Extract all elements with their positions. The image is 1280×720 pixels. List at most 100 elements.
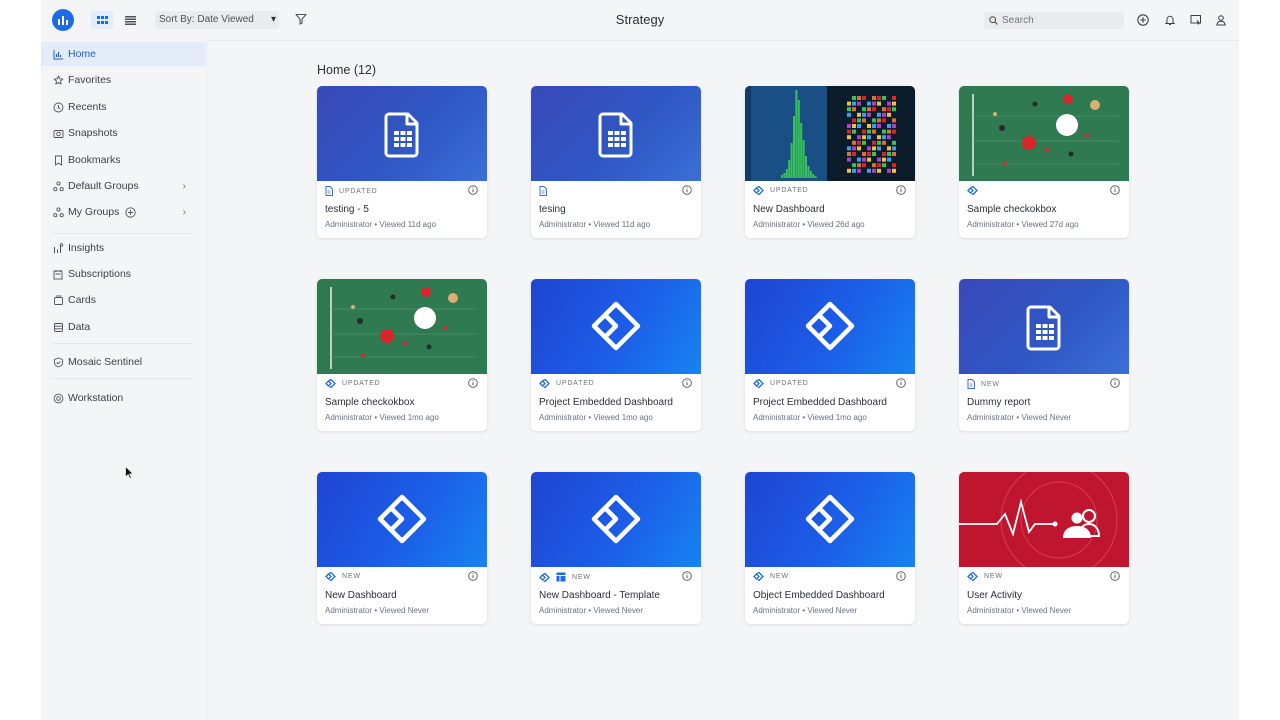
card-meta: NEW <box>753 572 789 581</box>
card-thumbnail[interactable] <box>531 472 701 567</box>
sidebar-divider <box>53 233 193 234</box>
card-meta: UPDATED <box>753 186 809 195</box>
sidebar-item-my-groups[interactable]: My Groups › <box>41 200 206 224</box>
chevron-right-icon[interactable]: › <box>183 181 186 192</box>
sidebar-item-label: Workstation <box>68 392 124 404</box>
content-card[interactable]: NEW Dummy report Administrator • Viewed Ne… <box>959 279 1129 431</box>
sidebar-item-subscriptions[interactable]: Subscriptions <box>41 262 206 286</box>
card-thumbnail[interactable] <box>959 279 1129 374</box>
card-thumbnail[interactable] <box>531 86 701 181</box>
card-title[interactable]: Project Embedded Dashboard <box>539 397 673 408</box>
sidebar-item-cards[interactable]: Cards <box>41 288 206 312</box>
content-card[interactable]: tesing Administrator • Viewed 11d ago <box>531 86 701 238</box>
info-icon[interactable] <box>1110 185 1120 195</box>
card-title[interactable]: tesing <box>539 204 566 215</box>
top-bar: Sort By: Date Viewed ▾ Strategy <box>41 0 1239 41</box>
card-title[interactable]: Dummy report <box>967 397 1030 408</box>
content-card[interactable]: UPDATED Project Embedded Dashboard Adminis… <box>745 279 915 431</box>
card-thumbnail[interactable] <box>317 472 487 567</box>
create-button[interactable] <box>1135 12 1151 28</box>
sidebar-item-favorites[interactable]: Favorites <box>41 68 206 92</box>
chevron-right-icon[interactable]: › <box>183 207 186 218</box>
status-badge: UPDATED <box>339 187 378 195</box>
card-title[interactable]: User Activity <box>967 590 1022 601</box>
histogram-thumb-icon <box>745 86 915 181</box>
star-icon <box>53 75 64 86</box>
document-thumb-icon <box>598 112 633 158</box>
info-icon[interactable] <box>468 378 478 388</box>
card-thumbnail[interactable] <box>745 279 915 374</box>
content-card[interactable]: Sample checkokbox Administrator • Viewed … <box>959 86 1129 238</box>
info-icon[interactable] <box>682 185 692 195</box>
cards-icon <box>53 295 64 306</box>
account-button[interactable] <box>1213 12 1229 28</box>
card-title[interactable]: Project Embedded Dashboard <box>753 397 887 408</box>
sidebar-item-workstation[interactable]: Workstation <box>41 386 206 410</box>
dashboard-thumb-icon <box>805 301 855 351</box>
card-title[interactable]: testing - 5 <box>325 204 369 215</box>
sidebar-item-insights[interactable]: Insights <box>41 236 206 260</box>
user-activity-thumb-icon <box>959 472 1118 567</box>
card-thumbnail[interactable] <box>959 472 1129 567</box>
notifications-button[interactable] <box>1162 12 1178 28</box>
card-thumbnail[interactable] <box>745 472 915 567</box>
sidebar-item-default-groups[interactable]: Default Groups › <box>41 174 206 198</box>
info-icon[interactable] <box>896 185 906 195</box>
add-circle-icon <box>1137 14 1149 26</box>
content-card[interactable]: NEW User Activity Administrator • Viewed N… <box>959 472 1129 624</box>
content-card[interactable]: NEW New Dashboard - Template Administrator… <box>531 472 701 624</box>
feedback-button[interactable] <box>1188 12 1204 28</box>
content-card[interactable]: NEW New Dashboard Administrator • Viewed N… <box>317 472 487 624</box>
card-thumbnail[interactable] <box>317 86 487 181</box>
card-title[interactable]: Sample checkokbox <box>967 204 1057 215</box>
sidebar-item-label: Mosaic Sentinel <box>68 356 143 368</box>
content-card[interactable]: UPDATED Sample checkokbox Administrator • … <box>317 279 487 431</box>
info-icon[interactable] <box>682 378 692 388</box>
card-thumbnail[interactable] <box>959 86 1129 181</box>
sidebar-item-data[interactable]: Data <box>41 315 206 339</box>
dashboard-type-icon <box>325 572 336 581</box>
main-content: Home (12) UPDATED testing - 5 Administrato… <box>207 40 1239 720</box>
sidebar-item-home[interactable]: Home <box>41 42 206 66</box>
card-thumbnail[interactable] <box>745 86 915 181</box>
card-title[interactable]: Sample checkokbox <box>325 397 415 408</box>
status-badge: UPDATED <box>770 187 809 194</box>
content-card[interactable]: NEW Object Embedded Dashboard Administrato… <box>745 472 915 624</box>
card-title[interactable]: Object Embedded Dashboard <box>753 590 885 601</box>
sidebar-item-mosaic-sentinel[interactable]: Mosaic Sentinel <box>41 350 206 374</box>
chart-icon <box>53 49 64 60</box>
sidebar-item-recents[interactable]: Recents <box>41 95 206 119</box>
info-icon[interactable] <box>896 571 906 581</box>
sidebar: Home Favorites Recents Snapshots Bookmar… <box>41 40 208 720</box>
info-icon[interactable] <box>1110 378 1120 388</box>
info-icon[interactable] <box>682 571 692 581</box>
card-subtitle: Administrator • Viewed 11d ago <box>539 220 651 229</box>
info-icon[interactable] <box>896 378 906 388</box>
card-title[interactable]: New Dashboard - Template <box>539 590 660 601</box>
sidebar-item-snapshots[interactable]: Snapshots <box>41 121 206 145</box>
search-input[interactable] <box>998 15 1112 26</box>
search-box[interactable] <box>984 12 1124 29</box>
dashboard-thumb-icon <box>805 494 855 544</box>
info-icon[interactable] <box>1110 571 1120 581</box>
sidebar-item-label: Favorites <box>68 74 112 86</box>
sidebar-item-label: Subscriptions <box>68 268 132 280</box>
screen-cursor-icon <box>1190 15 1201 26</box>
content-card[interactable]: UPDATED testing - 5 Administrator • Viewed… <box>317 86 487 238</box>
add-group-icon[interactable] <box>125 206 137 218</box>
sidebar-item-label: Cards <box>68 294 97 306</box>
info-icon[interactable] <box>468 571 478 581</box>
sidebar-item-bookmarks[interactable]: Bookmarks <box>41 148 206 172</box>
content-card[interactable]: UPDATED New Dashboard Administrator • View… <box>745 86 915 238</box>
card-title[interactable]: New Dashboard <box>753 204 825 215</box>
status-badge: NEW <box>984 573 1003 580</box>
dashboard-type-icon <box>539 379 550 388</box>
template-type-icon <box>556 572 566 582</box>
section-title: Home (12) <box>317 63 377 77</box>
card-title[interactable]: New Dashboard <box>325 590 397 601</box>
user-icon <box>1216 15 1226 26</box>
card-thumbnail[interactable] <box>531 279 701 374</box>
info-icon[interactable] <box>468 185 478 195</box>
content-card[interactable]: UPDATED Project Embedded Dashboard Adminis… <box>531 279 701 431</box>
card-thumbnail[interactable] <box>317 279 487 374</box>
